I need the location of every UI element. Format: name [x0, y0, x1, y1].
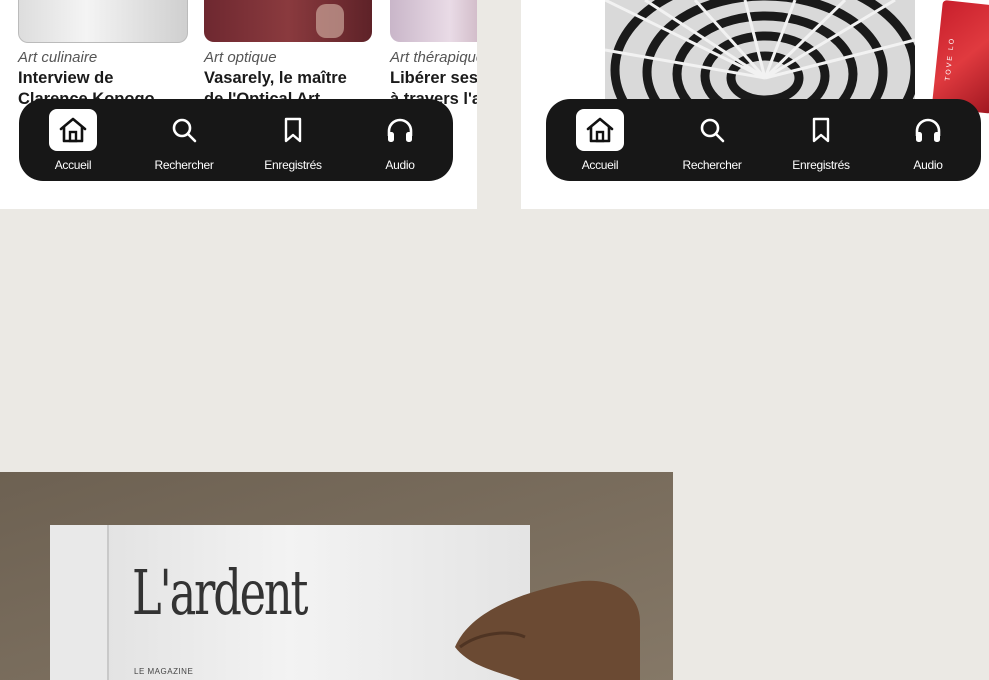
nav-item-accueil[interactable]: Accueil — [550, 109, 650, 173]
bottom-navbar: Accueil Rechercher Enregistrés Audio — [546, 99, 981, 181]
bottom-navbar: Accueil Rechercher Enregistrés Audio — [19, 99, 453, 181]
album-cover-art[interactable] — [605, 0, 915, 110]
nav-item-accueil[interactable]: Accueil — [23, 109, 123, 173]
nav-label: Audio — [913, 158, 943, 172]
nav-label: Enregistrés — [792, 158, 850, 172]
nav-item-rechercher[interactable]: Rechercher — [662, 109, 762, 173]
bookmark-icon — [269, 109, 317, 151]
search-icon — [688, 109, 736, 151]
nav-item-audio[interactable]: Audio — [350, 109, 450, 173]
nav-item-audio[interactable]: Audio — [878, 109, 978, 173]
search-icon — [160, 109, 208, 151]
headphones-icon — [904, 109, 952, 151]
card-image-optical[interactable] — [204, 0, 372, 42]
card-category: Art optique — [204, 49, 277, 66]
nav-item-enregistres[interactable]: Enregistrés — [771, 109, 871, 173]
op-art-pattern — [605, 0, 915, 110]
right-app-screen: TOVE LO Accueil Rechercher Enregistrés A… — [521, 0, 989, 209]
nav-label: Accueil — [54, 158, 92, 172]
magazine-photo: L'ardent LE MAGAZINE — [0, 472, 673, 680]
bookmark-icon — [797, 109, 845, 151]
nav-label: Accueil — [581, 158, 619, 172]
left-app-screen: Art culinaire Interview de Clarence Kopo… — [0, 0, 477, 209]
card-category: Art thérapique — [390, 49, 477, 66]
home-icon — [49, 109, 97, 151]
card-title-line: Libérer ses é — [390, 69, 477, 87]
magazine-photo-illustration — [0, 472, 673, 680]
nav-label: Audio — [385, 158, 415, 172]
nav-label: Rechercher — [682, 158, 742, 172]
card-category: Art culinaire — [18, 49, 98, 66]
nav-item-enregistres[interactable]: Enregistrés — [243, 109, 343, 173]
card-image-therapy[interactable] — [390, 0, 477, 42]
nav-label: Enregistrés — [264, 158, 322, 172]
magazine-subtitle: LE MAGAZINE — [134, 667, 194, 676]
card-image-culinary[interactable] — [18, 0, 188, 43]
album-cover-red[interactable]: TOVE LO — [931, 0, 989, 114]
headphones-icon — [376, 109, 424, 151]
nav-item-rechercher[interactable]: Rechercher — [134, 109, 234, 173]
card-title-line: Vasarely, le maître — [204, 69, 347, 87]
nav-label: Rechercher — [154, 158, 214, 172]
home-icon — [576, 109, 624, 151]
album-side-text: TOVE LO — [944, 36, 957, 82]
magazine-title: L'ardent — [132, 556, 308, 629]
card-title-line: Interview de — [18, 69, 114, 87]
